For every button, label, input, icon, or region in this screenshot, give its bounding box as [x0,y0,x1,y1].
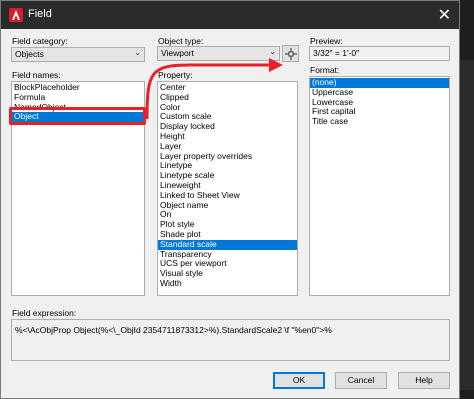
help-button[interactable]: Help [398,372,450,389]
autocad-logo-icon [9,8,23,22]
field-expression-box[interactable]: %<\AcObjProp Object(%<\_ObjId 2354711873… [11,319,450,361]
preview-value: 3/32" = 1'-0" [313,48,360,58]
field-category-value: Objects [15,49,44,59]
property-list[interactable]: Center Clipped Color Custom scale Displa… [157,81,298,296]
field-names-label: Field names: [12,70,61,80]
close-icon[interactable]: ✕ [438,5,451,24]
field-category-select[interactable]: Objects ⌄ [11,47,145,62]
list-item[interactable]: Width [158,278,297,289]
pick-object-icon [285,48,297,60]
object-type-value: Viewport [161,48,194,58]
chevron-down-icon: ⌄ [134,48,141,57]
list-item[interactable]: Object name [158,200,297,211]
window-title: Field [28,8,52,20]
list-item[interactable]: Title case [310,116,449,127]
field-category-label: Field category: [12,36,68,46]
format-list[interactable]: (none) Uppercase Lowercase First capital… [309,76,450,296]
object-type-select[interactable]: Viewport ⌄ [157,46,280,61]
cancel-button[interactable]: Cancel [335,372,387,389]
preview-label: Preview: [310,36,343,46]
preview-field: 3/32" = 1'-0" [309,46,450,61]
property-label: Property: [158,70,193,80]
title-bar: Field ✕ [1,1,459,29]
field-expression-label: Field expression: [12,308,77,318]
field-dialog: Field ✕ Field category: Objects ⌄ Field … [0,0,460,399]
field-expression-value: %<\AcObjProp Object(%<\_ObjId 2354711873… [15,325,332,335]
ok-button[interactable]: OK [273,372,325,389]
pick-object-button[interactable] [282,45,299,62]
object-type-label: Object type: [158,36,204,46]
annotation-highlight-box [9,107,146,125]
chevron-down-icon: ⌄ [269,47,276,56]
format-label: Format: [310,65,340,75]
